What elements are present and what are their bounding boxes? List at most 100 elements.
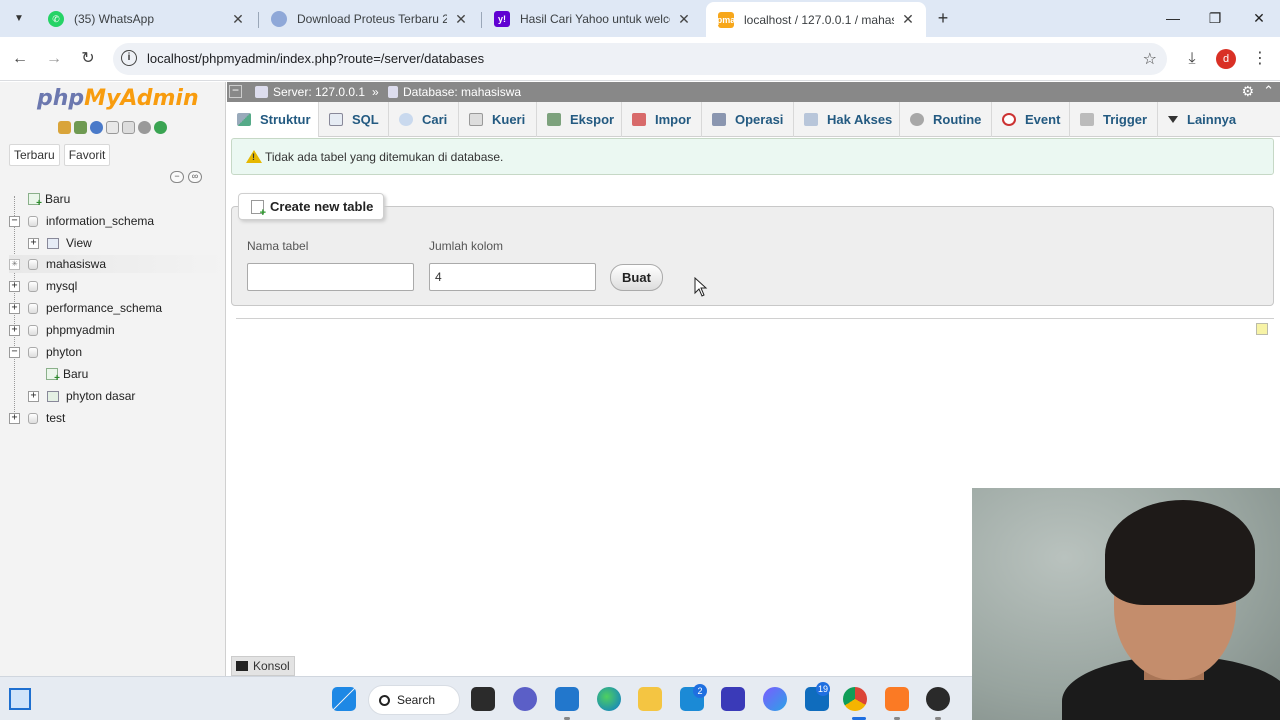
collapse-nav-icon[interactable]: − [229,84,242,98]
tree-item-mysql[interactable]: + mysql [9,277,77,295]
console-toggle[interactable]: Konsol [231,656,295,676]
tree-item-phpmyadmin[interactable]: + phpmyadmin [9,321,115,339]
new-table-icon [251,199,266,219]
file-explorer-icon[interactable] [638,687,662,711]
bookmark-star-icon[interactable]: ☆ [1143,49,1157,69]
database-icon [28,412,38,424]
menu-kebab-icon[interactable]: ⋮ [1248,47,1272,71]
sticky-note-icon[interactable] [1256,323,1268,335]
breadcrumb-server[interactable]: Server: 127.0.0.1 [255,85,365,99]
tree-item-views[interactable]: + View [28,234,92,252]
expand-node-icon[interactable]: + [9,302,20,314]
table-name-input[interactable] [247,263,414,291]
tab-phpmyadmin[interactable]: pma localhost / 127.0.0.1 / mahasisw ✕ [706,2,926,37]
expand-node-icon[interactable]: + [9,280,20,292]
visual-studio-icon[interactable] [721,687,745,711]
favorite-tables-tab[interactable]: Favorit [63,144,111,166]
clock-icon [1002,113,1016,126]
tab-trigger[interactable]: Trigger [1070,102,1158,137]
tab-operasi[interactable]: Operasi [702,102,794,137]
tab-kueri[interactable]: Kueri [459,102,537,137]
new-tab-button[interactable]: + [932,8,954,30]
expand-node-icon[interactable]: + [9,412,20,424]
expand-node-icon[interactable]: + [28,237,39,249]
reload-nav-icon[interactable] [154,121,167,134]
table-icon [47,390,59,402]
tab-cari[interactable]: Cari [389,102,459,137]
close-tab-icon[interactable]: ✕ [453,11,469,28]
tab-lainnya[interactable]: Lainnya [1158,102,1250,137]
widgets-icon[interactable] [9,688,31,710]
tab-sql[interactable]: SQL [319,102,389,137]
link-with-main-icon[interactable]: ∞ [188,171,202,183]
phpmyadmin-logo[interactable]: phpMyAdmin [37,86,199,111]
tab-ekspor[interactable]: Ekspor [537,102,622,137]
collapse-all-icon[interactable]: − [170,171,184,183]
yahoo-icon: y! [494,11,510,27]
tree-item-new-table[interactable]: Baru [46,365,88,384]
home-icon[interactable] [58,121,71,134]
tree-item-phyton-dasar[interactable]: + phyton dasar [28,387,135,405]
obs-icon[interactable] [926,687,950,711]
copilot-icon[interactable] [763,687,787,711]
restore-button[interactable]: ❐ [1192,0,1238,37]
tree-item-performance-schema[interactable]: + performance_schema [9,299,162,317]
structure-icon [237,113,251,126]
tree-item-mahasiswa[interactable]: ✳ mahasiswa [9,255,225,273]
maximize-content-icon[interactable]: ⌃ [1263,83,1274,99]
copy-icon[interactable] [122,121,135,134]
docs-icon[interactable] [106,121,119,134]
close-tab-icon[interactable]: ✕ [676,11,692,28]
back-button[interactable]: ← [8,47,32,71]
collapse-node-icon[interactable]: − [9,215,20,227]
address-bar[interactable]: i localhost/phpmyadmin/index.php?route=/… [113,43,1167,75]
close-tab-icon[interactable]: ✕ [230,11,246,28]
download-icon[interactable]: ⤓ [1180,47,1204,71]
tree-item-test[interactable]: + test [9,409,65,427]
windows-start-icon[interactable] [332,687,356,711]
reload-button[interactable]: ↻ [76,47,100,71]
tab-yahoo[interactable]: y! Hasil Cari Yahoo untuk welcom ✕ [482,4,702,34]
expand-node-icon[interactable]: + [9,324,20,336]
tab-struktur[interactable]: Struktur [227,102,319,137]
tab-proteus[interactable]: Download Proteus Terbaru 2024 ✕ [259,4,479,34]
view-icon [47,237,59,249]
vscode-icon[interactable] [555,687,579,711]
taskbar-search-box[interactable]: Search [368,685,460,715]
browser-tab-bar: ▼ ✆ (35) WhatsApp ✕ Download Proteus Ter… [0,0,1280,37]
trigger-icon [1080,113,1094,126]
column-count-input[interactable]: 4 [429,263,596,291]
settings-gear-icon[interactable] [138,121,151,134]
minimize-button[interactable]: — [1150,0,1196,37]
loading-node-icon[interactable]: ✳ [9,258,20,270]
tab-routine[interactable]: Routine [900,102,992,137]
chrome-icon[interactable] [843,687,867,711]
tree-item-new-database[interactable]: Baru [28,190,70,209]
tree-item-information-schema[interactable]: − information_schema [9,212,154,230]
create-table-button[interactable]: Buat [610,264,663,291]
tree-item-phyton[interactable]: − phyton [9,343,82,361]
url-text[interactable]: localhost/phpmyadmin/index.php?route=/se… [147,51,484,66]
xampp-icon[interactable] [885,687,909,711]
profile-avatar[interactable]: d [1216,49,1236,69]
expand-node-icon[interactable]: + [28,390,39,402]
edge-icon[interactable] [597,687,621,711]
help-icon[interactable] [90,121,103,134]
tab-hak-akses[interactable]: Hak Akses [794,102,900,137]
tab-event[interactable]: Event [992,102,1070,137]
forward-button[interactable]: → [42,47,66,71]
page-settings-gear-icon[interactable]: ⚙ [1241,83,1254,100]
tab-whatsapp[interactable]: ✆ (35) WhatsApp ✕ [36,4,256,34]
breadcrumb-database[interactable]: Database: mahasiswa [388,85,521,99]
site-info-icon[interactable]: i [121,50,137,66]
tab-search-chevron-icon[interactable]: ▼ [8,8,30,30]
close-window-button[interactable]: ✕ [1236,0,1280,37]
close-tab-icon[interactable]: ✕ [900,11,916,28]
recent-tables-tab[interactable]: Terbaru [9,144,60,166]
tree-label: phyton [46,345,83,359]
collapse-node-icon[interactable]: − [9,346,20,358]
teams-chat-icon[interactable] [513,687,537,711]
task-view-icon[interactable] [471,687,495,711]
tab-impor[interactable]: Impor [622,102,702,137]
logout-icon[interactable] [74,121,87,134]
